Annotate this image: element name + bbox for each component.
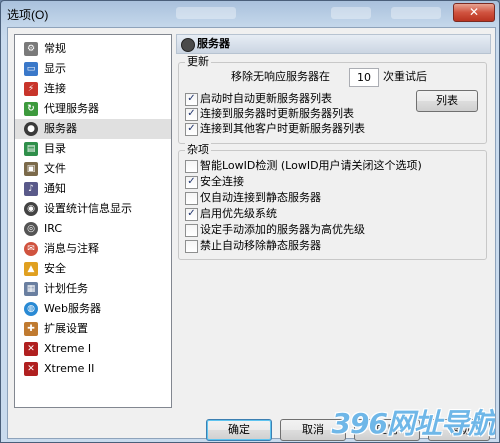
sidebar-item-general[interactable]: ⚙ 常规 [15, 39, 171, 59]
sidebar-item-xtreme-1[interactable]: ✕ Xtreme I [15, 339, 171, 359]
sidebar-item-label: IRC [44, 222, 63, 235]
group-title: 杂项 [185, 143, 211, 157]
sidebar-item-label: Xtreme II [44, 362, 95, 375]
close-button[interactable]: ✕ [453, 3, 495, 22]
smart-lowid-checkbox[interactable] [185, 160, 198, 173]
category-list[interactable]: ⚙ 常规 ▭ 显示 ⚡ 连接 ↻ 代理服务器 ● 服务器 ▤ 目录 ▣ 文件 ♪… [14, 34, 172, 408]
xtreme-icon: ✕ [24, 342, 38, 356]
update-on-client-connect-label: 连接到其他客户时更新服务器列表 [200, 122, 365, 135]
xtreme-icon: ✕ [24, 362, 38, 376]
sidebar-item-label: 消息与注释 [44, 242, 99, 255]
sidebar-item-label: Web服务器 [44, 302, 101, 315]
title-bar-blur [331, 7, 371, 19]
static-only-checkbox[interactable] [185, 192, 198, 205]
sidebar-item-display[interactable]: ▭ 显示 [15, 59, 171, 79]
sidebar-item-server[interactable]: ● 服务器 [15, 119, 171, 139]
sidebar-item-xtreme-2[interactable]: ✕ Xtreme II [15, 359, 171, 379]
sidebar-item-irc[interactable]: ◎ IRC [15, 219, 171, 239]
sidebar-item-scheduler[interactable]: ▦ 计划任务 [15, 279, 171, 299]
watermark: 396网址导航 [295, 402, 495, 442]
file-icon: ▣ [24, 162, 38, 176]
options-window: 选项(O) ✕ ⚙ 常规 ▭ 显示 ⚡ 连接 ↻ 代理服务器 ● 服务器 ▤ 目… [0, 0, 500, 443]
sidebar-item-label: 安全 [44, 262, 66, 275]
static-only-label: 仅自动连接到静态服务器 [200, 191, 321, 204]
window-title: 选项(O) [7, 8, 49, 22]
sidebar-item-security[interactable]: ▲ 安全 [15, 259, 171, 279]
safe-connect-checkbox[interactable]: ✓ [185, 176, 198, 189]
page-header: 服务器 [176, 34, 491, 54]
sidebar-item-label: 扩展设置 [44, 322, 88, 335]
update-group: 更新 移除无响应服务器在 10 次重试后 列表 ✓ 启动时自动更新服务器列表 ✓… [178, 55, 487, 144]
server-list-button[interactable]: 列表 [416, 90, 478, 112]
display-icon: ▭ [24, 62, 38, 76]
sidebar-item-notifications[interactable]: ♪ 通知 [15, 179, 171, 199]
plug-icon: ⚡ [24, 82, 38, 96]
server-icon [181, 38, 195, 52]
dialog-client: ⚙ 常规 ▭ 显示 ⚡ 连接 ↻ 代理服务器 ● 服务器 ▤ 目录 ▣ 文件 ♪… [7, 27, 496, 441]
priority-system-label: 启用优先级系统 [200, 207, 277, 220]
sidebar-item-label: 通知 [44, 182, 66, 195]
globe-icon: ◍ [24, 302, 38, 316]
extension-icon: ✚ [24, 322, 38, 336]
sidebar-item-files[interactable]: ▣ 文件 [15, 159, 171, 179]
group-title: 更新 [185, 55, 211, 69]
smart-lowid-label: 智能LowID检测 (LowID用户请关闭这个选项) [200, 159, 422, 172]
sidebar-item-messages[interactable]: ✉ 消息与注释 [15, 239, 171, 259]
sidebar-item-label: 连接 [44, 82, 66, 95]
retry-prefix-label: 移除无响应服务器在 [231, 70, 330, 83]
retry-suffix-label: 次重试后 [383, 70, 427, 83]
no-remove-static-checkbox[interactable] [185, 240, 198, 253]
update-on-server-connect-checkbox[interactable]: ✓ [185, 108, 198, 121]
lock-icon: ▲ [24, 262, 38, 276]
priority-system-checkbox[interactable]: ✓ [185, 208, 198, 221]
manual-high-priority-label: 设定手动添加的服务器为高优先级 [200, 223, 365, 236]
update-on-client-connect-checkbox[interactable]: ✓ [185, 123, 198, 136]
notify-icon: ♪ [24, 182, 38, 196]
sidebar-item-label: 设置统计信息显示 [44, 202, 132, 215]
sidebar-item-label: 目录 [44, 142, 66, 155]
title-bar: 选项(O) ✕ [1, 1, 499, 25]
folder-icon: ▤ [24, 142, 38, 156]
sidebar-item-statistics[interactable]: ◉ 设置统计信息显示 [15, 199, 171, 219]
sidebar-item-label: 文件 [44, 162, 66, 175]
sidebar-item-label: 显示 [44, 62, 66, 75]
sidebar-item-connection[interactable]: ⚡ 连接 [15, 79, 171, 99]
misc-group: 杂项 智能LowID检测 (LowID用户请关闭这个选项) ✓ 安全连接 仅自动… [178, 143, 487, 260]
manual-high-priority-checkbox[interactable] [185, 224, 198, 237]
schedule-icon: ▦ [24, 282, 38, 296]
sidebar-item-label: 代理服务器 [44, 102, 99, 115]
sidebar-item-label: Xtreme I [44, 342, 92, 355]
title-bar-blur [391, 7, 441, 19]
stats-icon: ◉ [24, 202, 38, 216]
retry-count-input[interactable]: 10 [349, 68, 379, 87]
server-icon: ● [24, 122, 38, 136]
watermark-text: 396网址导航 [331, 407, 495, 440]
sidebar-item-label: 计划任务 [44, 282, 88, 295]
server-settings-page: 服务器 更新 移除无响应服务器在 10 次重试后 列表 ✓ 启动时自动更新服务器… [176, 34, 491, 406]
gear-icon: ⚙ [24, 42, 38, 56]
no-remove-static-label: 禁止自动移除静态服务器 [200, 239, 321, 252]
messages-icon: ✉ [24, 242, 38, 256]
update-on-server-connect-label: 连接到服务器时更新服务器列表 [200, 107, 354, 120]
sidebar-item-proxy[interactable]: ↻ 代理服务器 [15, 99, 171, 119]
sidebar-item-label: 常规 [44, 42, 66, 55]
page-title: 服务器 [197, 37, 230, 50]
sidebar-item-extended[interactable]: ✚ 扩展设置 [15, 319, 171, 339]
sidebar-item-label: 服务器 [44, 122, 77, 135]
title-bar-blur [176, 7, 236, 19]
update-on-start-label: 启动时自动更新服务器列表 [200, 92, 332, 105]
safe-connect-label: 安全连接 [200, 175, 244, 188]
update-on-start-checkbox[interactable]: ✓ [185, 93, 198, 106]
proxy-icon: ↻ [24, 102, 38, 116]
sidebar-item-directories[interactable]: ▤ 目录 [15, 139, 171, 159]
sidebar-item-webserver[interactable]: ◍ Web服务器 [15, 299, 171, 319]
irc-icon: ◎ [24, 222, 38, 236]
ok-button[interactable]: 确定 [206, 419, 272, 441]
